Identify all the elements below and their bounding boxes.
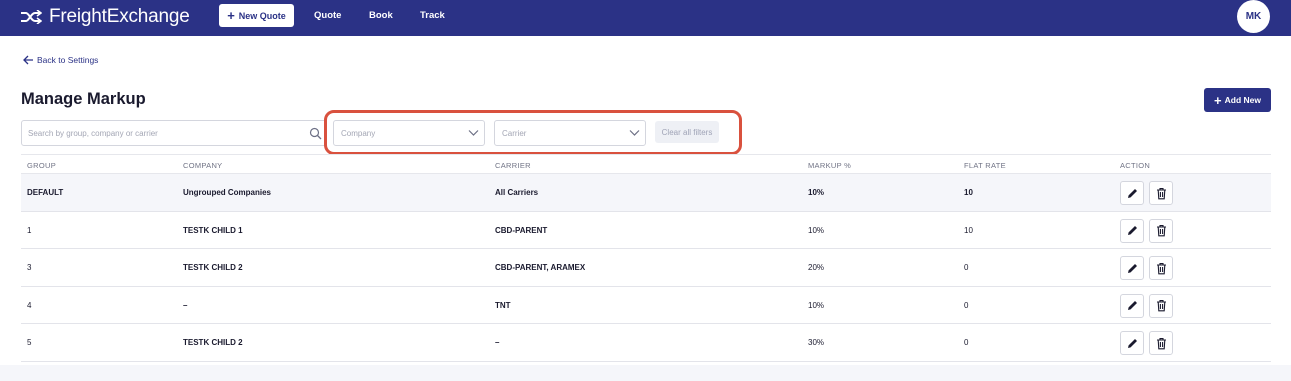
new-quote-button[interactable]: + New Quote (219, 4, 294, 27)
edit-button[interactable] (1120, 293, 1144, 318)
company-select[interactable]: Company (333, 120, 485, 146)
search-field (21, 120, 327, 146)
trash-icon (1156, 187, 1166, 199)
trash-icon (1156, 300, 1166, 312)
new-quote-label: New Quote (238, 10, 286, 21)
header-action: ACTION (1120, 161, 1151, 170)
cell-flat-rate: 10 (964, 188, 973, 197)
cell-group: 5 (27, 338, 32, 347)
cell-company: – (183, 300, 188, 310)
cell-markup: 20% (808, 263, 825, 272)
trash-icon (1156, 337, 1166, 349)
table-row: 1 TESTK CHILD 1 CBD-PARENT 10% 10 (21, 212, 1271, 249)
pencil-icon (1127, 338, 1137, 348)
cell-markup: 10% (808, 188, 825, 197)
cell-carrier: All Carriers (495, 188, 539, 197)
page-title: Manage Markup (21, 90, 146, 108)
back-to-settings-link[interactable]: Back to Settings (23, 55, 98, 65)
cell-flat-rate: 0 (964, 263, 969, 272)
header-group: GROUP (27, 161, 57, 170)
cell-carrier: TNT (495, 300, 511, 310)
edit-button[interactable] (1120, 218, 1144, 243)
chevron-down-icon (468, 130, 479, 136)
pencil-icon (1127, 226, 1137, 235)
cell-group: 4 (27, 300, 32, 310)
markup-table: GROUP COMPANY CARRIER MARKUP % FLAT RATE… (21, 154, 1271, 362)
cell-flat-rate: 10 (964, 225, 973, 235)
add-new-button[interactable]: + Add New (1204, 88, 1271, 112)
carrier-placeholder: Carrier (502, 129, 527, 138)
header-flat-rate: FLAT RATE (964, 161, 1006, 170)
user-avatar[interactable]: MK (1237, 0, 1270, 33)
edit-button[interactable] (1120, 256, 1144, 280)
delete-button[interactable] (1149, 256, 1173, 280)
cell-markup: 10% (808, 225, 825, 235)
cell-flat-rate: 0 (964, 338, 969, 347)
pencil-icon (1127, 263, 1137, 273)
plus-icon: + (1214, 92, 1222, 108)
cell-carrier: CBD-PARENT (495, 225, 548, 235)
search-input[interactable] (28, 126, 298, 140)
cell-company: Ungrouped Companies (183, 188, 272, 197)
add-new-label: Add New (1224, 95, 1261, 105)
back-label: Back to Settings (37, 55, 99, 65)
nav-link-book[interactable]: Book (369, 10, 393, 21)
nav-link-track[interactable]: Track (420, 10, 445, 21)
cell-carrier: – (495, 338, 500, 347)
edit-button[interactable] (1120, 181, 1144, 205)
plus-icon: + (227, 8, 235, 23)
table-row: 3 TESTK CHILD 2 CBD-PARENT, ARAMEX 20% 0 (21, 249, 1271, 287)
delete-button[interactable] (1149, 331, 1173, 355)
search-icon[interactable] (309, 127, 322, 140)
header-company: COMPANY (183, 161, 223, 170)
cell-group: DEFAULT (27, 188, 64, 197)
top-navbar: FreightExchange + New Quote Quote Book T… (0, 0, 1291, 36)
cell-carrier: CBD-PARENT, ARAMEX (495, 263, 586, 272)
company-placeholder: Company (341, 129, 376, 138)
edit-button[interactable] (1120, 331, 1144, 355)
brand-logo[interactable]: FreightExchange (20, 5, 190, 29)
cell-markup: 10% (808, 300, 825, 310)
pencil-icon (1127, 188, 1137, 198)
delete-button[interactable] (1149, 181, 1173, 205)
chevron-down-icon (629, 130, 640, 136)
header-carrier: CARRIER (495, 161, 531, 170)
trash-icon (1156, 225, 1166, 237)
delete-button[interactable] (1149, 293, 1173, 318)
arrow-left-icon (23, 55, 33, 65)
cell-flat-rate: 0 (964, 300, 969, 310)
nav-link-quote[interactable]: Quote (314, 10, 341, 21)
cell-company: TESTK CHILD 2 (183, 338, 243, 347)
cell-company: TESTK CHILD 1 (183, 225, 243, 235)
shuffle-logo-icon (21, 10, 42, 24)
carrier-select[interactable]: Carrier (494, 120, 646, 146)
delete-button[interactable] (1149, 218, 1173, 243)
cell-group: 1 (27, 225, 32, 235)
trash-icon (1156, 262, 1166, 274)
brand-name: FreightExchange (49, 6, 190, 27)
clear-filters-button[interactable]: Clear all filters (655, 121, 719, 143)
cell-markup: 30% (808, 338, 825, 347)
cell-group: 3 (27, 263, 32, 272)
pencil-icon (1127, 301, 1137, 310)
table-row: 4 – TNT 10% 0 (21, 287, 1271, 324)
cell-company: TESTK CHILD 2 (183, 263, 243, 272)
table-header: GROUP COMPANY CARRIER MARKUP % FLAT RATE… (21, 154, 1271, 174)
header-markup: MARKUP % (808, 161, 852, 170)
page-footer-area (0, 365, 1291, 381)
table-row: 5 TESTK CHILD 2 – 30% 0 (21, 324, 1271, 362)
table-row: DEFAULT Ungrouped Companies All Carriers… (21, 174, 1271, 212)
